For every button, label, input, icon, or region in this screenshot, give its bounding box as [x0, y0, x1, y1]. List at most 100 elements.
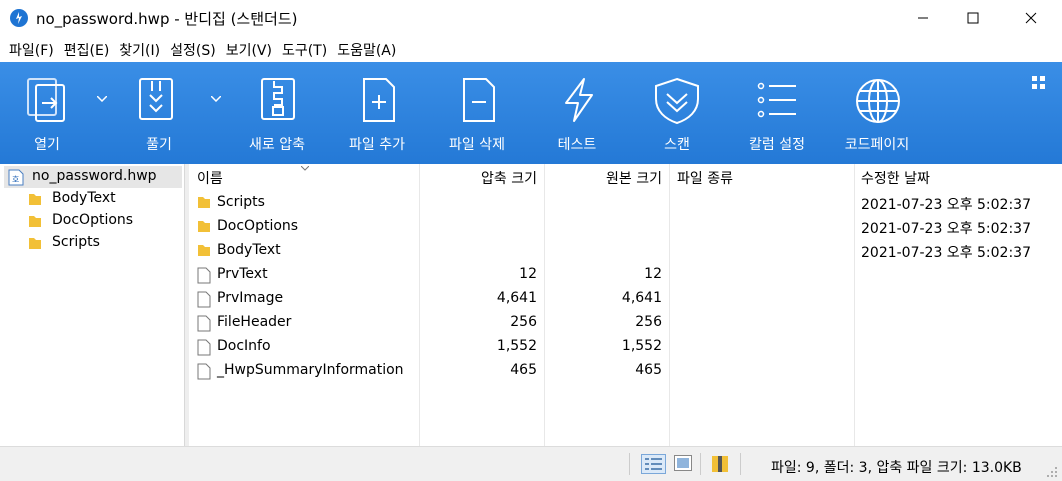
table-row[interactable]: DocInfo 1,552 1,552	[189, 335, 1062, 359]
tree-root-label: no_password.hwp	[32, 168, 157, 184]
delete-file-icon	[463, 78, 495, 122]
folder-icon	[198, 245, 210, 256]
modified-date: 2021-07-23 오후 5:02:37	[861, 221, 1031, 237]
lightning-icon	[565, 78, 593, 122]
column-header-compressed[interactable]: 압축 크기	[419, 168, 537, 188]
hwp-file-icon: 호	[8, 169, 24, 186]
shield-icon	[655, 77, 699, 125]
file-icon	[197, 363, 211, 380]
add-file-button[interactable]: 파일 추가	[332, 62, 422, 164]
status-separator	[629, 453, 630, 475]
file-icon	[197, 267, 211, 284]
open-label: 열기	[34, 137, 60, 153]
compressed-size: 4,641	[496, 290, 537, 306]
table-row[interactable]: BodyText 2021-07-23 오후 5:02:37	[189, 239, 1062, 263]
maximize-icon	[967, 12, 979, 24]
menu-file[interactable]: 파일(F)	[4, 36, 59, 62]
delete-file-button[interactable]: 파일 삭제	[432, 62, 522, 164]
toolbar: 열기 풀기 새로 압축 파일 추가 파일 삭제 테스트 스캔 칼럼 설정 코드페…	[0, 62, 1062, 164]
menu-edit[interactable]: 편집(E)	[59, 36, 115, 62]
file-icon	[197, 363, 211, 384]
modified-date: 2021-07-23 오후 5:02:37	[861, 245, 1031, 261]
menu-settings[interactable]: 설정(S)	[165, 36, 221, 62]
codepage-button[interactable]: 코드페이지	[832, 62, 922, 164]
compressed-size: 465	[510, 362, 537, 378]
new-archive-label: 새로 압축	[249, 137, 305, 153]
column-settings-button[interactable]: 칼럼 설정	[730, 62, 824, 164]
bandizip-window: no_password.hwp - 반디집 (스탠더드) 파일(F) 편집(E)…	[0, 0, 1062, 481]
extract-icon	[139, 78, 173, 120]
folder-icon	[197, 195, 211, 213]
table-row[interactable]: FileHeader 256 256	[189, 311, 1062, 335]
test-label: 테스트	[557, 137, 597, 153]
globe-icon	[856, 79, 900, 123]
bandizip-app-icon	[10, 9, 28, 27]
table-row[interactable]: _HwpSummaryInformation 465 465	[189, 359, 1062, 383]
file-icon	[197, 267, 211, 288]
table-row[interactable]: DocOptions 2021-07-23 오후 5:02:37	[189, 215, 1062, 239]
menu-find[interactable]: 찾기(I)	[114, 36, 165, 62]
folder-icon	[197, 243, 211, 261]
menu-help[interactable]: 도움말(A)	[332, 36, 401, 62]
resize-grip-icon[interactable]	[1046, 466, 1058, 478]
folder-icon	[29, 238, 41, 249]
extract-button[interactable]: 풀기	[112, 62, 206, 164]
tree-item-label: Scripts	[52, 234, 100, 250]
column-header-original[interactable]: 원본 크기	[544, 168, 662, 188]
menu-bar: 파일(F) 편집(E) 찾기(I) 설정(S) 보기(V) 도구(T) 도움말(…	[0, 36, 1062, 62]
compressed-size: 12	[519, 266, 537, 282]
open-button[interactable]: 열기	[0, 62, 94, 164]
tree-item-label: DocOptions	[52, 212, 134, 228]
file-name: BodyText	[217, 242, 281, 258]
file-icon	[197, 339, 211, 360]
file-icon	[197, 291, 211, 312]
close-button[interactable]	[1008, 0, 1054, 36]
table-row[interactable]: PrvText 12 12	[189, 263, 1062, 287]
codepage-label: 코드페이지	[844, 137, 910, 153]
minimize-button[interactable]	[900, 0, 946, 36]
original-size: 4,641	[621, 290, 662, 306]
file-icon	[197, 315, 211, 332]
add-file-label: 파일 추가	[349, 137, 405, 153]
details-view-icon[interactable]	[641, 454, 666, 474]
title-bar: no_password.hwp - 반디집 (스탠더드)	[0, 0, 1062, 36]
new-archive-button[interactable]: 새로 압축	[232, 62, 322, 164]
table-row[interactable]: Scripts 2021-07-23 오후 5:02:37	[189, 191, 1062, 215]
menu-view[interactable]: 보기(V)	[221, 36, 277, 62]
open-icon	[27, 78, 65, 122]
file-list: 이름 압축 크기 원본 크기 파일 종류 수정한 날짜 Scripts 2021-…	[189, 164, 1062, 446]
layout-grid-icon[interactable]	[1032, 76, 1046, 90]
file-name: PrvText	[217, 266, 268, 282]
column-header-type[interactable]: 파일 종류	[677, 168, 733, 188]
thumbnail-view-icon[interactable]	[674, 455, 692, 471]
file-name: DocOptions	[217, 218, 299, 234]
scan-button[interactable]: 스캔	[630, 62, 724, 164]
test-button[interactable]: 테스트	[532, 62, 622, 164]
file-name: _HwpSummaryInformation	[217, 362, 404, 378]
folder-icon	[198, 221, 210, 232]
svg-text:호: 호	[12, 175, 19, 184]
column-header-modified[interactable]: 수정한 날짜	[861, 168, 930, 188]
modified-date: 2021-07-23 오후 5:02:37	[861, 197, 1031, 213]
file-icon	[197, 291, 211, 308]
folder-icon	[29, 194, 41, 205]
original-size: 12	[644, 266, 662, 282]
add-file-icon	[363, 78, 395, 122]
compressed-size: 256	[510, 314, 537, 330]
status-bar: 파일: 9, 폴더: 3, 압축 파일 크기: 13.0KB	[0, 446, 1062, 481]
menu-tools[interactable]: 도구(T)	[277, 36, 332, 62]
extract-dropdown-icon[interactable]	[211, 96, 221, 102]
folder-icon	[197, 219, 211, 237]
minimize-icon	[918, 17, 928, 19]
open-dropdown-icon[interactable]	[97, 96, 107, 102]
file-icon	[197, 339, 211, 356]
compressed-size: 1,552	[496, 338, 537, 354]
file-name: FileHeader	[217, 314, 292, 330]
table-row[interactable]: PrvImage 4,641 4,641	[189, 287, 1062, 311]
tree-root-item[interactable]: 호 no_password.hwp	[4, 166, 182, 188]
original-size: 256	[635, 314, 662, 330]
file-name: PrvImage	[217, 290, 284, 306]
maximize-button[interactable]	[950, 0, 996, 36]
extract-label: 풀기	[146, 137, 172, 153]
column-header-name[interactable]: 이름	[197, 168, 223, 188]
